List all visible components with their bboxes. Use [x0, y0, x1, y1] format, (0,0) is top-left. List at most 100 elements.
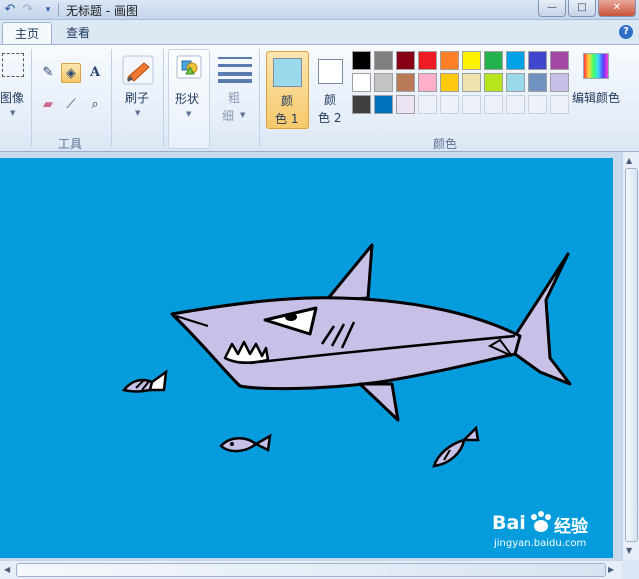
shark-pupil: [285, 313, 297, 321]
pencil-icon[interactable]: ✎: [38, 63, 58, 83]
customize-dropdown-icon[interactable]: ▾: [40, 2, 56, 18]
vertical-scroll-thumb[interactable]: [625, 168, 638, 542]
colors-group-label: 颜色: [433, 137, 458, 151]
color2-swatch: [318, 59, 343, 84]
shark-pectoral-fin: [358, 382, 400, 422]
title-separator: [58, 3, 59, 17]
edit-colors-icon[interactable]: [583, 53, 609, 79]
palette-swatch[interactable]: [396, 51, 415, 70]
fish-middle: [219, 433, 272, 453]
shark-tail: [513, 252, 572, 386]
palette-swatch[interactable]: [418, 73, 437, 92]
drawing-canvas[interactable]: [0, 158, 613, 558]
palette-empty-slot[interactable]: [418, 95, 437, 114]
color2-label-top: 颜: [324, 93, 337, 107]
palette-empty-slot[interactable]: [506, 95, 525, 114]
palette-swatch[interactable]: [528, 51, 547, 70]
shapes-label: 形状: [175, 92, 200, 106]
shapes-button[interactable]: 形状 ▼: [168, 49, 210, 149]
scroll-up-icon[interactable]: ▲: [626, 156, 632, 165]
text-tool-icon[interactable]: A: [85, 63, 105, 83]
palette-swatch[interactable]: [418, 51, 437, 70]
window-title: 无标题 - 画图: [66, 4, 138, 18]
palette-swatch[interactable]: [352, 73, 371, 92]
color1-button[interactable]: 颜 色 1: [266, 51, 309, 129]
horizontal-scrollbar[interactable]: ◀ ▶: [0, 560, 622, 579]
scrollbar-corner: [622, 560, 639, 579]
color2-button[interactable]: 颜 色 2: [314, 51, 348, 129]
tab-home[interactable]: 主页: [2, 22, 53, 44]
palette-swatch[interactable]: [440, 73, 459, 92]
palette-swatch[interactable]: [374, 73, 393, 92]
tab-view[interactable]: 查看: [54, 22, 102, 44]
select-icon[interactable]: [2, 53, 24, 77]
horizontal-scroll-thumb[interactable]: [16, 563, 606, 577]
shapes-icon: [175, 54, 203, 80]
magnifier-icon[interactable]: ⌕: [85, 95, 105, 115]
undo-icon[interactable]: ↶: [2, 2, 18, 18]
palette-empty-slot[interactable]: [484, 95, 503, 114]
tools-group-label: 工具: [58, 137, 83, 151]
redo-icon[interactable]: ↷: [20, 2, 36, 18]
brushes-label[interactable]: 刷子: [125, 89, 149, 106]
scroll-right-icon[interactable]: ▶: [608, 565, 614, 574]
palette-swatch[interactable]: [528, 73, 547, 92]
color-picker-icon[interactable]: ⟋: [61, 95, 81, 115]
shark-body: [170, 296, 522, 391]
fish-left: [121, 369, 168, 393]
baidu-watermark: Bai 经验 jingyan.baidu.com: [492, 510, 602, 558]
edit-colors-label[interactable]: 编辑颜色: [572, 89, 620, 106]
group-separator: [163, 49, 164, 147]
ribbon-tabs: 主页 查看: [0, 20, 639, 44]
palette-swatch[interactable]: [462, 51, 481, 70]
image-dropdown-icon[interactable]: ▼: [10, 109, 15, 117]
palette-swatch[interactable]: [506, 73, 525, 92]
palette-swatch[interactable]: [374, 51, 393, 70]
palette-swatch[interactable]: [396, 73, 415, 92]
palette-swatch[interactable]: [440, 51, 459, 70]
maximize-button[interactable]: □: [568, 0, 596, 17]
watermark-suffix: 经验: [554, 517, 588, 537]
title-bar: ↶ ↷ ▾ 无标题 - 画图 — □ ✕: [0, 0, 639, 20]
palette-swatch[interactable]: [462, 73, 481, 92]
size-label-top: 粗: [228, 91, 241, 105]
color1-swatch: [273, 58, 302, 87]
palette-swatch[interactable]: [550, 51, 569, 70]
shark-dorsal-fin: [324, 243, 374, 303]
palette-empty-slot[interactable]: [550, 95, 569, 114]
fill-bucket-icon[interactable]: ◈: [61, 63, 81, 83]
palette-empty-slot[interactable]: [528, 95, 547, 114]
paw-icon: [528, 510, 554, 534]
size-icon[interactable]: [218, 57, 252, 83]
brushes-dropdown-icon[interactable]: ▼: [135, 109, 140, 117]
palette-swatch[interactable]: [550, 73, 569, 92]
palette-swatch[interactable]: [484, 73, 503, 92]
canvas-workspace: [0, 152, 622, 560]
palette-swatch[interactable]: [352, 95, 371, 114]
group-separator: [31, 49, 32, 147]
size-dropdown-icon: ▼: [240, 111, 246, 119]
palette-empty-slot[interactable]: [440, 95, 459, 114]
shapes-dropdown-icon: ▼: [186, 110, 192, 118]
close-button[interactable]: ✕: [598, 0, 636, 17]
group-separator: [259, 49, 260, 147]
drawing: [121, 243, 572, 468]
scroll-left-icon[interactable]: ◀: [4, 565, 10, 574]
palette-swatch[interactable]: [352, 51, 371, 70]
palette-swatch[interactable]: [374, 95, 393, 114]
palette-empty-slot[interactable]: [462, 95, 481, 114]
vertical-scrollbar[interactable]: ▲ ▼: [622, 152, 639, 560]
image-group-label[interactable]: 图像: [0, 89, 24, 106]
eraser-icon[interactable]: ▰: [38, 95, 58, 115]
color2-label-bottom: 色 2: [318, 111, 342, 125]
palette-swatch[interactable]: [396, 95, 415, 114]
palette-swatch[interactable]: [506, 51, 525, 70]
watermark-brand: Bai: [492, 512, 526, 534]
brush-icon[interactable]: [122, 55, 154, 85]
size-label-bottom: 细: [222, 109, 235, 123]
palette-swatch[interactable]: [484, 51, 503, 70]
help-icon[interactable]: ?: [619, 25, 633, 39]
scroll-down-icon[interactable]: ▼: [626, 546, 632, 555]
color1-label-bottom: 色 1: [275, 112, 299, 126]
minimize-button[interactable]: —: [538, 0, 566, 17]
